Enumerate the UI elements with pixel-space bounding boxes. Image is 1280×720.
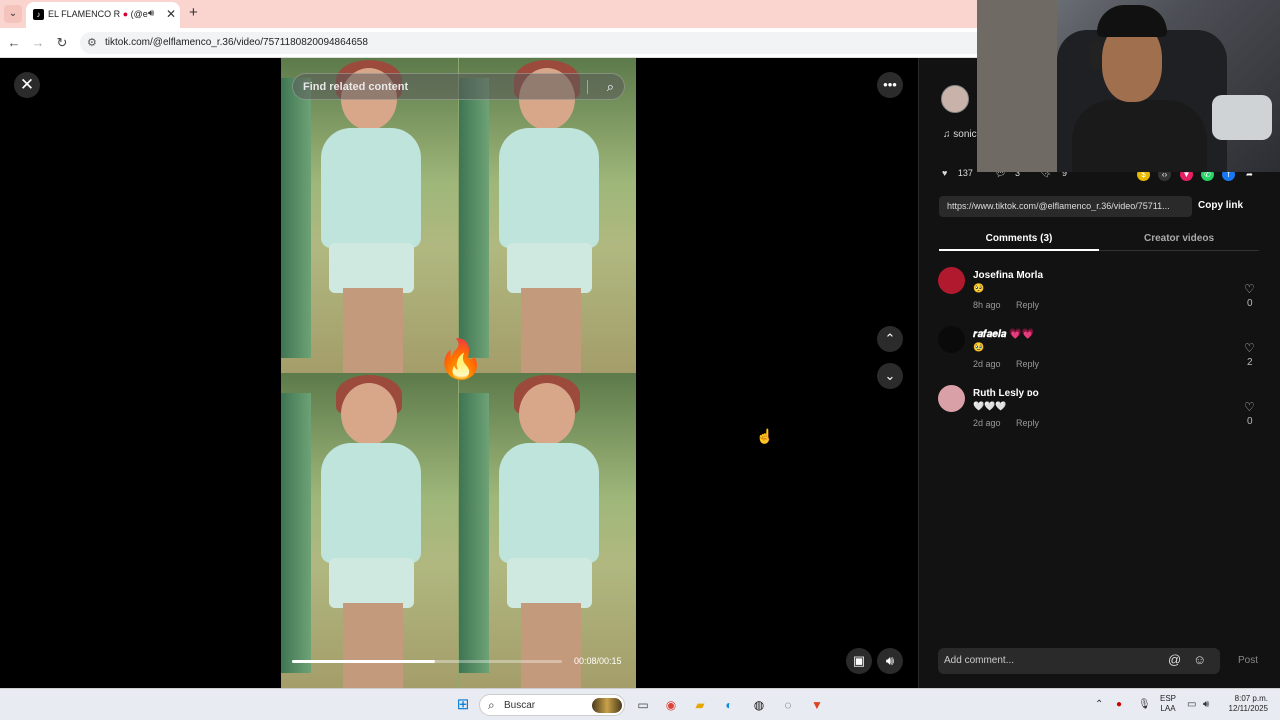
post-button[interactable]: Post [1238,655,1258,666]
previous-video-icon[interactable]: ⌃ [877,326,903,352]
speaker-icon[interactable]: 🔊︎ [1203,699,1209,710]
edge-icon[interactable]: ◐ [721,697,737,713]
tab-search-chevron-icon[interactable]: ⌄ [4,5,22,23]
creator-avatar[interactable] [941,85,969,113]
back-icon[interactable]: ← [6,35,22,50]
reply-button[interactable]: Reply [1016,359,1039,369]
video-progress-bar[interactable] [292,660,562,663]
video-frame-tile [459,373,636,688]
brave-icon[interactable]: ▼ [809,697,825,713]
tab-comments[interactable]: Comments (3) [939,233,1099,244]
tray-chevron-icon[interactable]: ⌃ [1095,699,1103,710]
webcam-overlay [977,0,1280,172]
comment-item: 𝒓𝒂𝒇𝒂𝒆𝒍𝒂 💗💗 🥹 2d ago Reply ♡ 2 [938,326,1258,382]
tab-audio-icon[interactable]: 🔊︎ [148,8,154,19]
close-icon[interactable]: ✕ [14,72,40,98]
reply-button[interactable]: Reply [1016,418,1039,428]
tab-creator-videos[interactable]: Creator videos [1099,233,1259,244]
active-tab-underline [939,249,1099,251]
reply-button[interactable]: Reply [1016,300,1039,310]
comment-author[interactable]: Josefina Morla [973,270,1043,281]
windows-taskbar: ⊞ ⌕ Buscar ▭ ◉ ▰ ◐ ◍ ◌ ▼ ⌃ ● 🎙︎ ESP LAA ▭… [0,688,1280,720]
reload-icon[interactable]: ↻ [54,35,70,51]
comment-avatar[interactable] [938,267,965,294]
search-divider [587,80,588,94]
browser-tab[interactable]: ♪ EL FLAMENCO R ● (@elfl 🔊︎ ✕ [26,2,180,28]
microphone-icon [1212,95,1272,140]
chrome-icon[interactable]: ◉ [663,697,679,713]
video-frame-tile [459,58,636,373]
like-stat[interactable]: ♥ 137 [942,168,973,178]
comment-item: Josefina Morla 🥺 8h ago Reply ♡ 0 [938,267,1258,323]
add-comment-input[interactable]: Add comment... @ ☺ [938,648,1220,674]
network-icon[interactable]: ▭ [1187,699,1196,710]
comment-time: 2d ago [973,418,1001,428]
taskbar-search[interactable]: ⌕ Buscar [479,694,625,716]
tiktok-favicon-icon: ♪ [33,9,44,20]
tab-title: EL FLAMENCO R ● (@elfl [48,9,148,19]
next-video-icon[interactable]: ⌄ [877,363,903,389]
related-search-input[interactable]: Find related content ⌕ [292,73,625,100]
taskbar-search-label: Buscar [504,700,536,711]
add-comment-placeholder: Add comment... [944,655,1015,666]
video-frame-tile [281,58,458,373]
site-info-icon[interactable]: ⚙︎ [87,36,97,49]
task-view-icon[interactable]: ▭ [635,697,651,713]
comment-like-count: 2 [1247,357,1253,368]
new-tab-icon[interactable]: + [189,4,198,21]
panel-tabs: Comments (3) Creator videos [939,227,1259,251]
comment-author[interactable]: Ruth Lesly ᴅᴏ [973,388,1039,399]
comment-like-icon[interactable]: ♡ [1244,400,1255,414]
comment-text: 🥺 [973,283,985,293]
language-indicator[interactable]: ESP LAA [1160,694,1176,714]
video-frame-tile [281,373,458,688]
mic-tray-icon[interactable]: 🎙︎ [1138,699,1151,710]
search-highlight-image [592,698,622,713]
comment-item: Ruth Lesly ᴅᴏ 🤍🤍🤍 2d ago Reply ♡ 0 [938,385,1258,441]
copy-link-button[interactable]: Copy link [1198,200,1243,211]
video-timecode: 00:08/00:15 [574,656,622,666]
file-explorer-icon[interactable]: ▰ [692,697,708,713]
comment-author[interactable]: 𝒓𝒂𝒇𝒂𝒆𝒍𝒂 💗💗 [973,329,1034,340]
search-icon: ⌕ [488,698,495,712]
mention-icon[interactable]: @ [1168,652,1181,667]
comment-like-icon[interactable]: ♡ [1244,282,1255,296]
comment-time: 8h ago [973,300,1001,310]
video-player[interactable]: 🔥 [281,58,636,688]
tray-app-icon[interactable]: ● [1116,699,1122,710]
system-clock[interactable]: 8:07 p.m. 12/11/2025 [1222,694,1268,714]
tab-close-icon[interactable]: ✕ [166,7,176,21]
comment-time: 2d ago [973,359,1001,369]
comment-text: 🤍🤍🤍 [973,401,1007,411]
more-options-icon[interactable]: ••• [877,72,903,98]
comment-like-count: 0 [1247,416,1253,427]
comment-like-count: 0 [1247,298,1253,309]
volume-icon[interactable]: 🔊︎ [877,648,903,674]
forward-icon[interactable]: → [30,35,46,50]
search-icon[interactable]: ⌕ [607,79,614,95]
search-placeholder: Find related content [303,81,409,93]
emoji-icon[interactable]: ☺ [1193,652,1206,667]
start-icon[interactable]: ⊞ [455,697,471,713]
music-label[interactable]: ♫ sonic [943,129,977,140]
comment-avatar[interactable] [938,385,965,412]
fire-icon: 🔥 [437,339,485,381]
share-link-text: https://www.tiktok.com/@elflamenco_r.36/… [947,201,1170,211]
obs-icon[interactable]: ◍ [751,697,767,713]
floating-player-icon[interactable]: ▣ [846,648,872,674]
mouse-cursor-icon: ☝ [756,428,774,444]
video-progress-fill [292,660,436,663]
app-icon[interactable]: ◌ [780,697,796,713]
url-text[interactable]: tiktok.com/@elflamenco_r.36/video/757118… [105,37,368,48]
share-link-field[interactable]: https://www.tiktok.com/@elflamenco_r.36/… [939,196,1192,217]
screen: ⌄ ♪ EL FLAMENCO R ● (@elfl 🔊︎ ✕ + ← → ↻ … [0,0,1280,720]
comment-avatar[interactable] [938,326,965,353]
comment-text: 🥹 [973,342,985,352]
comment-like-icon[interactable]: ♡ [1244,341,1255,355]
